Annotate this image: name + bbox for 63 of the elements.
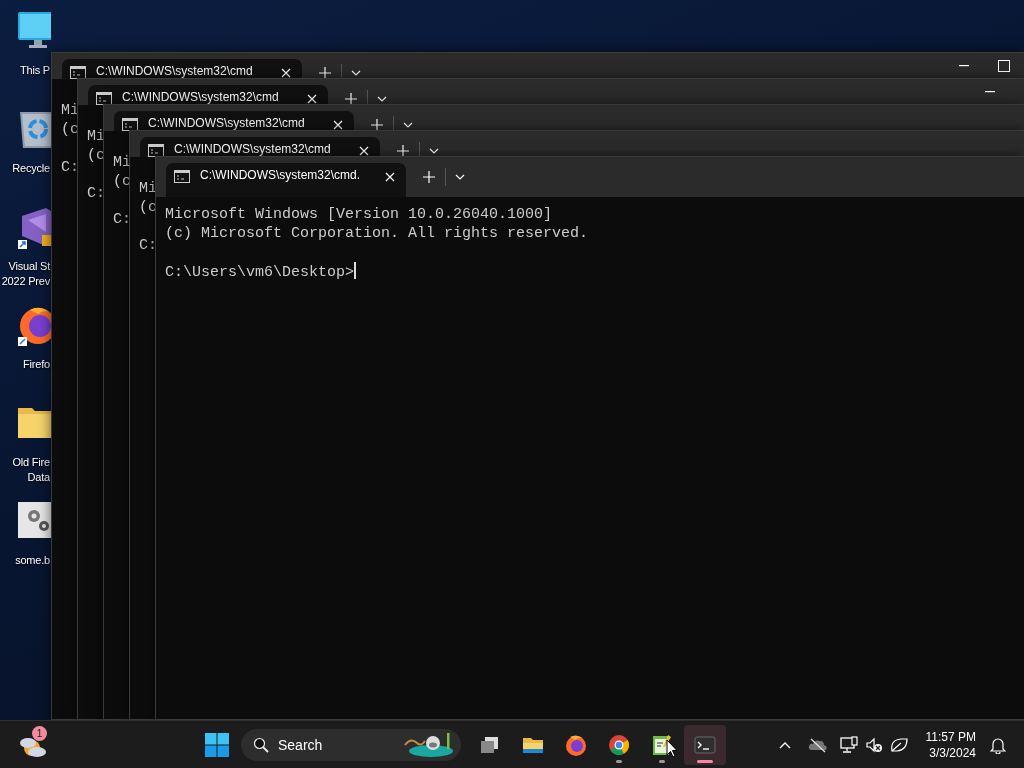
- chevron-down-icon: [455, 174, 465, 180]
- console-text: (c: [87, 147, 105, 164]
- console-text: (c) Microsoft Corporation. All rights reserved.: [165, 225, 589, 242]
- icon-label: 2022 Prev: [1, 274, 50, 289]
- icon-label: Data: [27, 470, 50, 485]
- console-text: (c: [113, 173, 131, 190]
- weather-widget[interactable]: 1: [18, 729, 48, 760]
- icon-label: Old Fire: [12, 455, 50, 470]
- command-prompt: C:: [87, 185, 105, 202]
- console-text: (c: [139, 199, 157, 216]
- taskbar-app-button[interactable]: [684, 724, 726, 765]
- console-text: Mi: [87, 128, 105, 145]
- search-icon: [253, 736, 269, 753]
- chevron-down-icon: [377, 96, 387, 102]
- icon-label: Firefo: [23, 357, 50, 372]
- close-icon: [281, 68, 291, 78]
- close-icon: [307, 94, 317, 104]
- plus-icon: [423, 171, 435, 183]
- mouse-pointer-icon: [666, 739, 678, 758]
- command-prompt: C:\Users\vm6\Desktop>: [165, 264, 355, 281]
- command-prompt: C:: [139, 237, 157, 254]
- icon-label: Recycle: [12, 161, 50, 176]
- minimize-icon: [985, 91, 995, 93]
- plus-icon: [397, 145, 409, 157]
- maximize-icon: [998, 60, 1010, 72]
- console-icon: [174, 170, 190, 183]
- console-text: Mi: [139, 180, 157, 197]
- icon-label: Visual St: [8, 259, 50, 274]
- chevron-up-icon: [778, 740, 791, 749]
- firefox-icon: [564, 732, 588, 757]
- chevron-down-icon: [403, 122, 413, 128]
- close-icon: [333, 120, 343, 130]
- command-prompt: C:: [113, 211, 131, 228]
- windows-logo-icon: [205, 732, 229, 757]
- icon-label: This P: [20, 63, 50, 78]
- console-text: Mi: [113, 154, 131, 171]
- close-icon: [359, 146, 369, 156]
- notepad-icon: [650, 732, 674, 757]
- close-icon: [385, 172, 395, 182]
- terminal-tab[interactable]: C:\WINDOWS\system32\cmd.: [166, 163, 406, 197]
- command-prompt: C:: [61, 159, 79, 176]
- console-text: Microsoft Windows [Version 10.0.26040.1000]: [165, 206, 553, 223]
- console-text: (c: [61, 121, 79, 138]
- plus-icon: [345, 93, 357, 105]
- plus-icon: [371, 119, 383, 131]
- clock-date: 3/3/2024: [928, 744, 976, 761]
- console-text: Mi: [61, 102, 79, 119]
- search-highlight-drawing: [403, 730, 455, 759]
- chevron-down-icon: [351, 70, 361, 76]
- terminal-tab[interactable]: C:\WINDOWS\system32\cmd: [88, 85, 328, 105]
- clock[interactable]: 11:57 PM 3/3/2024: [919, 728, 982, 761]
- terminal-tab[interactable]: C:\WINDOWS\system32\cmd: [114, 111, 354, 131]
- search-box[interactable]: Search: [241, 728, 461, 761]
- chevron-down-icon: [429, 148, 439, 154]
- bell-icon: [990, 735, 1006, 754]
- terminal-tab[interactable]: C:\WINDOWS\system32\cmd: [62, 59, 302, 79]
- chrome-icon: [607, 732, 631, 757]
- plus-icon: [319, 67, 331, 79]
- minimize-icon: [959, 65, 969, 67]
- clock-time: 11:57 PM: [925, 728, 976, 745]
- icon-label: some.b: [15, 553, 50, 568]
- terminal-tab[interactable]: C:\WINDOWS\system32\cmd: [140, 137, 380, 157]
- notification-badge: 1: [32, 725, 47, 741]
